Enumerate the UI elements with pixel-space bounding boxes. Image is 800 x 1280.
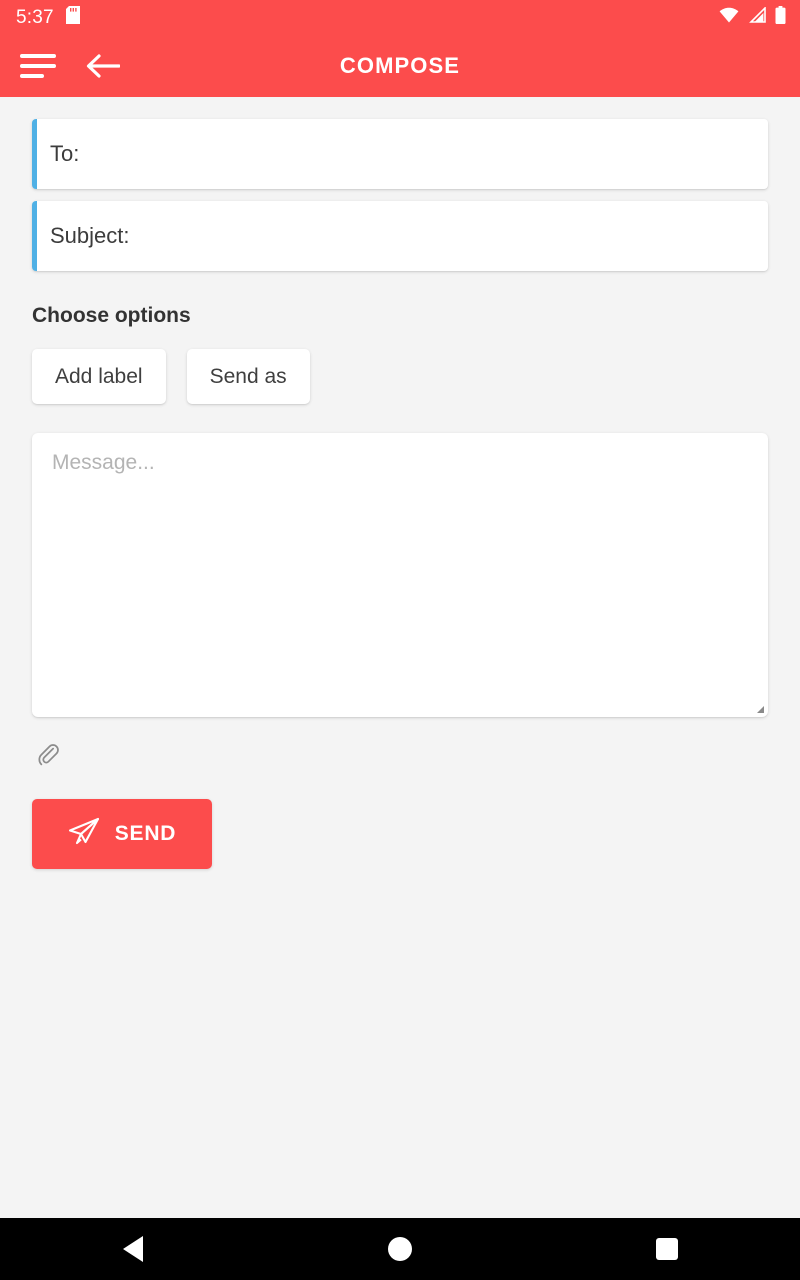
nav-back-triangle	[123, 1236, 144, 1262]
nav-back-icon[interactable]	[93, 1218, 173, 1280]
nav-home-circle	[387, 1237, 412, 1261]
wifi-icon	[719, 7, 739, 28]
status-bar-right	[719, 6, 786, 29]
send-button[interactable]: SEND	[32, 799, 212, 869]
options-row: Add label Send as	[32, 349, 768, 404]
hamburger-line	[20, 64, 56, 68]
message-textarea[interactable]: Message...	[32, 433, 768, 717]
textarea-resize-handle[interactable]	[755, 704, 765, 714]
hamburger-menu-icon[interactable]	[18, 51, 58, 81]
app-bar: COMPOSE	[0, 35, 800, 97]
status-bar: 5:37	[0, 0, 800, 35]
hamburger-line	[20, 54, 56, 58]
send-as-button[interactable]: Send as	[186, 349, 310, 404]
back-arrow-icon[interactable]	[86, 49, 120, 83]
send-button-label: SEND	[114, 822, 177, 845]
android-nav-bar	[0, 1218, 800, 1280]
choose-options-heading: Choose options	[32, 304, 191, 327]
message-placeholder: Message...	[52, 451, 155, 474]
status-bar-clock: 5:37	[16, 7, 54, 28]
paper-plane-icon	[68, 817, 100, 852]
to-field[interactable]: To:	[32, 119, 768, 189]
nav-recents-square	[655, 1238, 678, 1260]
paperclip-icon[interactable]	[32, 740, 66, 774]
signal-icon	[748, 6, 766, 28]
add-label-button[interactable]: Add label	[32, 349, 166, 404]
status-bar-left: 5:37	[16, 6, 80, 29]
page-title: COMPOSE	[339, 53, 461, 78]
subject-field[interactable]: Subject:	[32, 201, 768, 271]
compose-form: To: Subject: Choose options Add label Se…	[0, 119, 800, 869]
battery-icon	[775, 6, 786, 29]
hamburger-line	[20, 74, 44, 78]
nav-home-icon[interactable]	[360, 1218, 440, 1280]
sdcard-icon	[65, 6, 80, 29]
subject-field-label: Subject:	[50, 223, 130, 248]
to-field-label: To:	[50, 141, 80, 166]
attachment-row	[32, 737, 768, 777]
nav-recents-icon[interactable]	[627, 1218, 707, 1280]
